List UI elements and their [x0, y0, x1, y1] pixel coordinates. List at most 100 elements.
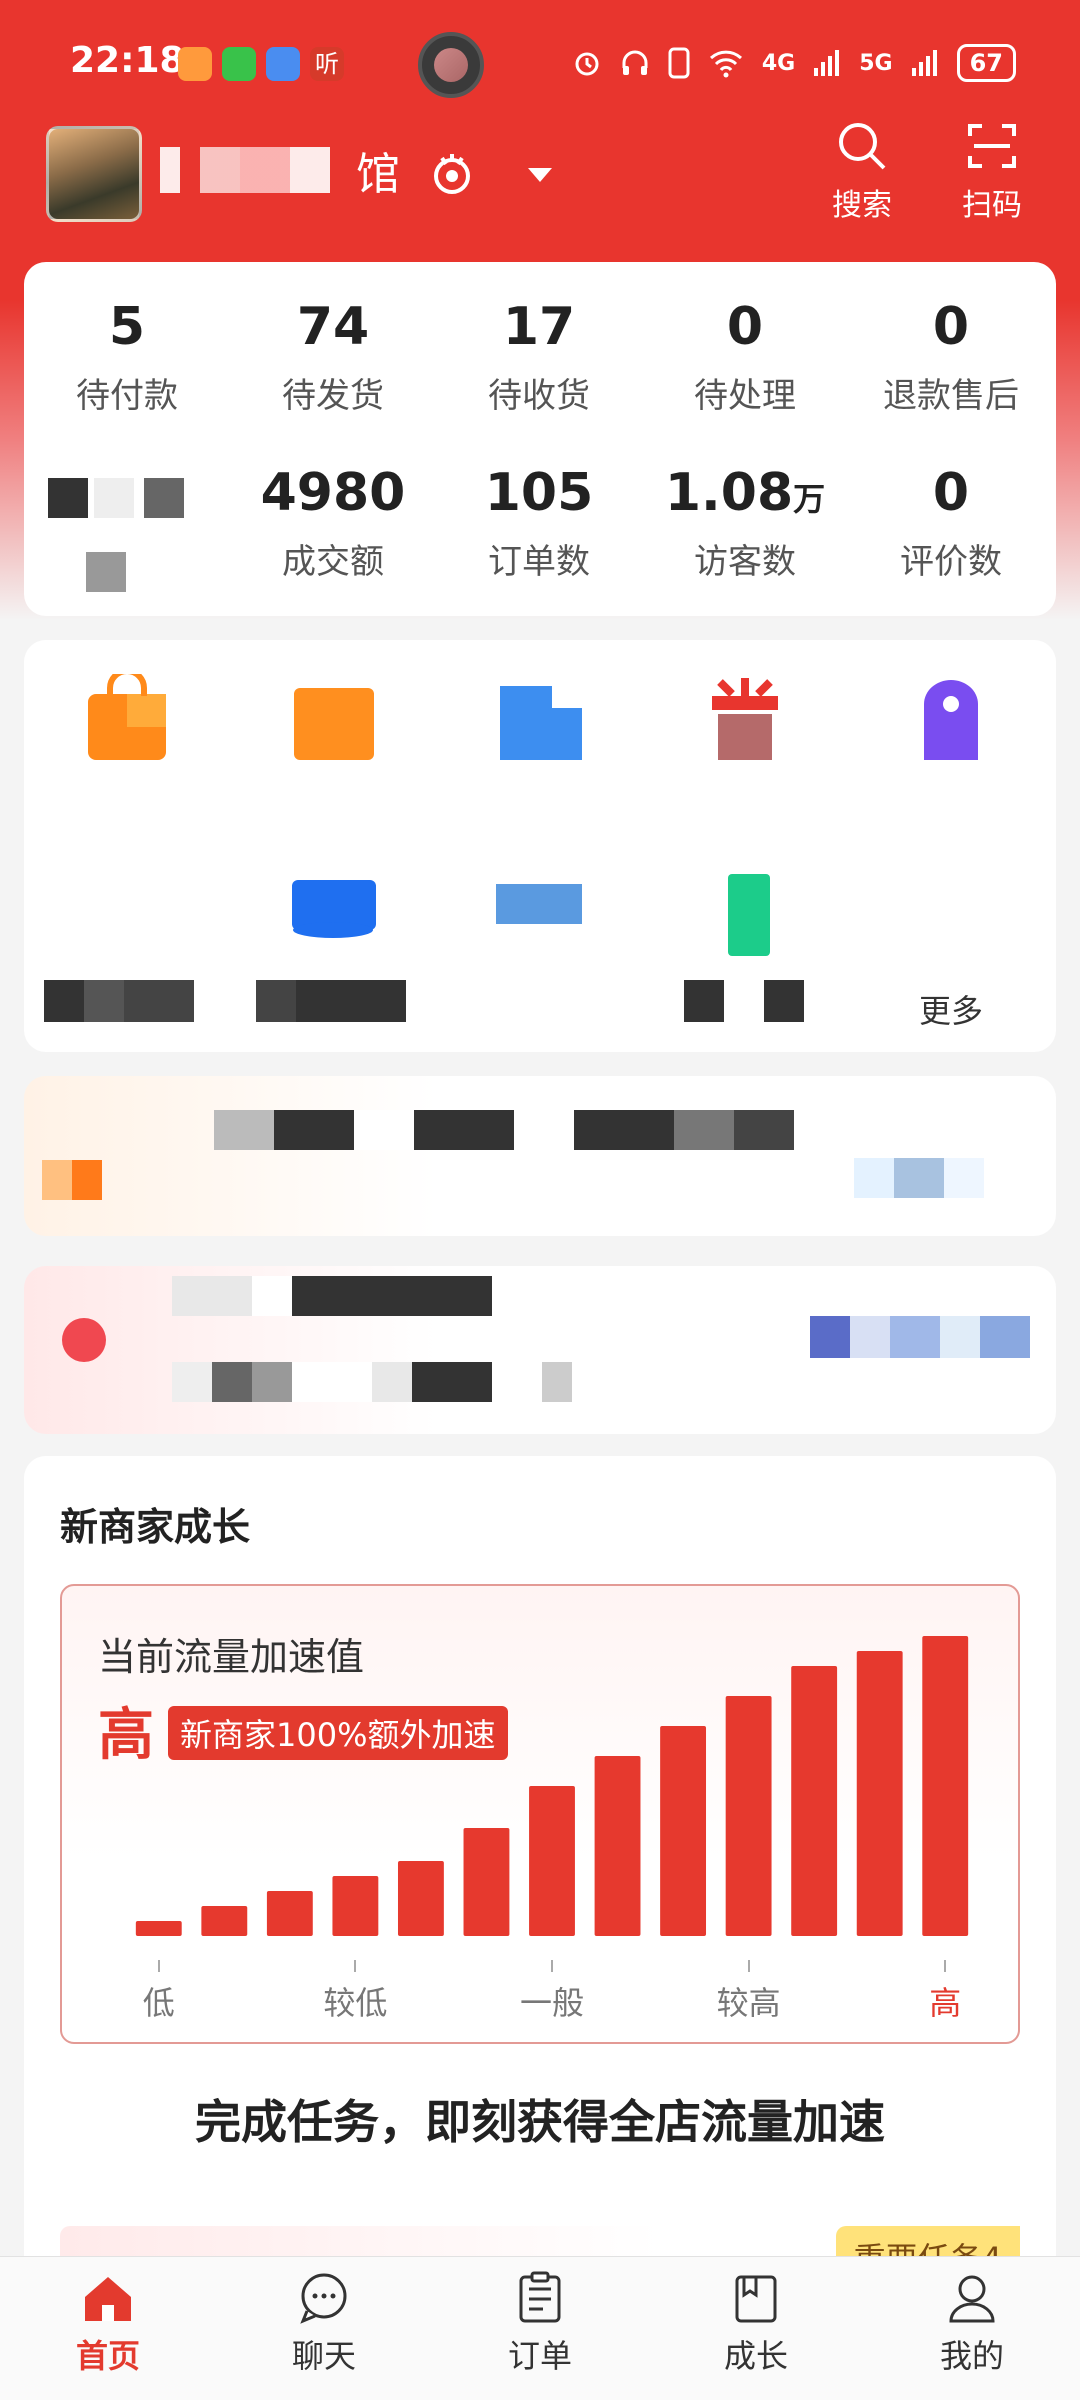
alarm-icon — [575, 52, 599, 76]
stat-order-count[interactable]: 105 订单数 — [436, 458, 642, 598]
stat-refunds[interactable]: 0 退款售后 — [848, 292, 1054, 417]
tab-orders[interactable]: 订单 — [432, 2257, 648, 2400]
notification-listen-icon: 听 — [310, 47, 344, 81]
search-label: 搜索 — [832, 188, 892, 223]
scan-label: 扫码 — [962, 188, 1022, 223]
axis-tick — [551, 1960, 553, 1972]
axis-tick — [944, 1960, 947, 1972]
tab-home[interactable]: 首页 — [0, 2257, 216, 2400]
view-now-link[interactable] — [810, 1316, 1030, 1358]
phone-icon — [668, 47, 690, 79]
stat-visitors[interactable]: 1.08万 访客数 — [642, 458, 848, 598]
tab-profile[interactable]: 我的 — [864, 2257, 1080, 2400]
status-time: 22:18 — [70, 40, 185, 81]
stat-gmv[interactable]: 4980 成交额 — [230, 458, 436, 598]
axis-tick — [747, 1960, 750, 1972]
stat-to-receive[interactable]: 17 待收货 — [436, 292, 642, 417]
tab-chat[interactable]: 聊天 — [216, 2257, 432, 2400]
redacted-text — [94, 478, 134, 518]
tool-item[interactable] — [436, 870, 642, 964]
stat-to-process[interactable]: 0 待处理 — [642, 292, 848, 417]
traffic-boost-panel[interactable]: 当前流量加速值 高 新商家100%额外加速 低 较低 一般 较高 高 — [60, 1584, 1020, 2044]
redacted-text — [160, 147, 350, 193]
shopping-bag-icon — [88, 668, 166, 760]
status-icons: 4G 5G 67 — [572, 44, 1016, 82]
tool-item[interactable] — [230, 870, 436, 964]
gift-icon — [712, 678, 778, 760]
redacted-text — [44, 980, 194, 1022]
green-bookmark-icon — [728, 874, 770, 956]
stat-reviews[interactable]: 0 评价数 — [848, 458, 1054, 598]
panel-title: 当前流量加速值 — [98, 1635, 365, 1679]
boost-level: 高 — [98, 1703, 154, 1768]
axis-label: 高 — [929, 1984, 962, 2022]
tab-profile-label: 我的 — [939, 2337, 1004, 2375]
network-5g-label: 5G — [859, 50, 893, 76]
stat-redacted[interactable] — [24, 458, 230, 598]
network-4g-label: 4G — [761, 50, 796, 76]
profile-icon — [949, 2275, 995, 2323]
chart-bar — [397, 1861, 444, 1936]
chart-bar — [529, 1786, 575, 1936]
tab-growth[interactable]: 成长 — [648, 2257, 864, 2400]
home-icon — [85, 2277, 131, 2321]
signal-icon — [911, 50, 937, 76]
axis-tick — [354, 1960, 357, 1972]
tool-item[interactable] — [24, 668, 230, 768]
eye-icon[interactable] — [428, 150, 476, 198]
redacted-text — [854, 1158, 984, 1198]
headphones-icon — [622, 50, 648, 75]
chart-bar — [791, 1666, 838, 1936]
bottom-tab-bar: 首页 聊天 订单 成长 我的 — [0, 2256, 1080, 2400]
search-button[interactable]: 搜索 — [812, 118, 912, 224]
tab-orders-label: 订单 — [507, 2337, 572, 2375]
promo-banner[interactable] — [24, 1076, 1056, 1236]
status-bar: 22:18 听 4G 5G 67 — [0, 0, 1080, 130]
redacted-text — [214, 1110, 794, 1150]
search-icon — [839, 123, 886, 170]
shop-name[interactable]: 馆 — [160, 140, 400, 200]
tab-growth-label: 成长 — [723, 2337, 788, 2375]
boost-badge: 新商家100%额外加速 — [168, 1706, 508, 1760]
stat-to-ship[interactable]: 74 待发货 — [230, 292, 436, 417]
order-icon — [519, 2271, 561, 2323]
tool-item[interactable] — [436, 674, 642, 768]
redacted-text — [144, 478, 184, 518]
tab-home-label: 首页 — [75, 2337, 140, 2375]
flag-icon — [500, 686, 582, 760]
growth-icon — [735, 2275, 777, 2323]
redacted-text — [172, 1362, 632, 1402]
redacted-text — [256, 980, 406, 1022]
chart-bar — [135, 1921, 182, 1936]
axis-tick — [157, 1960, 160, 1972]
cta-text: 完成任务，即刻获得全店流量加速 — [195, 2095, 885, 2149]
redacted-text — [86, 552, 126, 592]
promo-banner[interactable] — [24, 1266, 1056, 1434]
tool-item[interactable] — [230, 674, 436, 768]
shop-name-visible: 馆 — [356, 149, 400, 200]
blue-tile-icon — [496, 884, 582, 924]
wifi-icon — [709, 50, 742, 78]
stat-pending-payment[interactable]: 5 待付款 — [24, 292, 230, 417]
signal-icon — [814, 50, 840, 76]
redacted-text — [684, 980, 804, 1022]
redacted-text — [48, 478, 88, 518]
scan-button[interactable]: 扫码 — [942, 118, 1042, 224]
orange-square-icon — [294, 688, 374, 760]
tool-item[interactable] — [848, 674, 1054, 768]
notification-app-icon — [266, 47, 300, 81]
section-title: 新商家成长 — [60, 1505, 251, 1549]
tool-more-label: 更多 — [918, 992, 983, 1030]
floating-app-icon[interactable] — [418, 32, 484, 98]
promo-icon — [42, 1160, 102, 1200]
redacted-text — [172, 1276, 492, 1316]
tool-item[interactable] — [642, 674, 848, 768]
chart-bar — [660, 1726, 707, 1936]
axis-label: 低 — [142, 1984, 175, 2022]
tool-more[interactable]: 更多 — [848, 870, 1054, 1030]
tool-item[interactable] — [642, 870, 848, 964]
chat-icon — [300, 2273, 347, 2324]
shop-avatar[interactable] — [46, 126, 142, 222]
chevron-down-icon[interactable] — [524, 162, 556, 186]
chart-bar — [725, 1696, 772, 1936]
